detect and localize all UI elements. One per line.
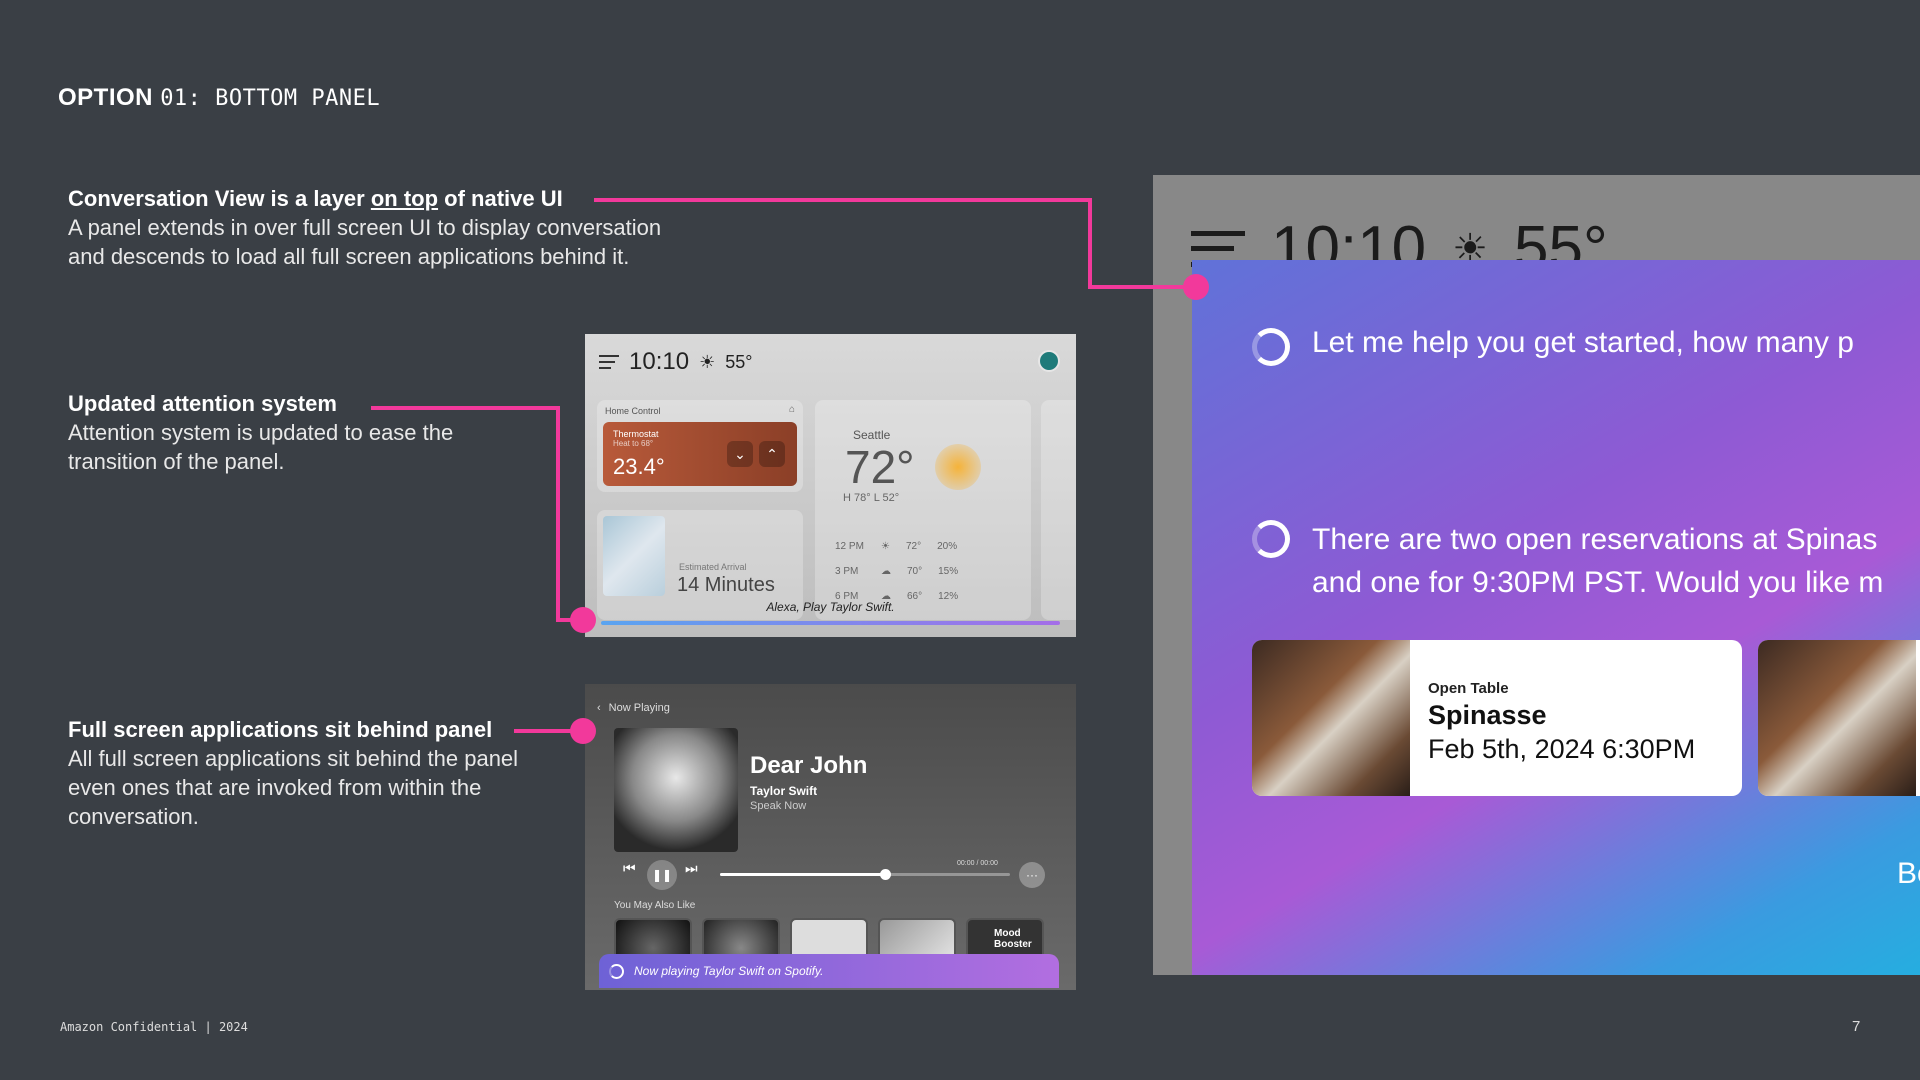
previous-icon[interactable]: ⏮ bbox=[623, 860, 636, 877]
sun-icon: ☀ bbox=[881, 541, 890, 552]
cloud-icon: ☁ bbox=[881, 566, 891, 577]
thermostat-setpoint: Heat to 68° bbox=[613, 439, 654, 448]
alexa-message: There are two open reservations at Spina… bbox=[1252, 518, 1883, 604]
reservation-card[interactable]: Open Table Spinasse Feb 5th, 2024 6:30PM bbox=[1252, 640, 1742, 796]
temperature: 55° bbox=[725, 351, 753, 372]
song-title: Dear John bbox=[750, 752, 868, 779]
alexa-ring-icon bbox=[609, 963, 624, 979]
alexa-message: Let me help you get started, how many p bbox=[1252, 326, 1854, 366]
slide-title: OPTION 01: BOTTOM PANEL bbox=[58, 84, 380, 112]
estimated-arrival-label: Estimated Arrival bbox=[679, 562, 747, 572]
map-thumbnail bbox=[603, 516, 665, 596]
mood-booster-label: Mood Booster bbox=[994, 928, 1032, 950]
home-control-card[interactable]: Home Control ⌂ Thermostat Heat to 68° 23… bbox=[597, 400, 803, 492]
title-rest: 01: BOTTOM PANEL bbox=[160, 86, 381, 111]
footer-confidential: Amazon Confidential | 2024 bbox=[60, 1020, 248, 1034]
restaurant-photo bbox=[1758, 640, 1916, 796]
weather-temp: 72° bbox=[845, 441, 915, 493]
status-bar: 10:10 ☀ 55° bbox=[599, 348, 752, 376]
forecast-row: 3 PM ☁ 70° 15% bbox=[835, 566, 959, 577]
now-playing-header[interactable]: ‹ Now Playing bbox=[597, 702, 670, 714]
now-playing-label: Now Playing bbox=[608, 702, 670, 714]
annotation-body: A panel extends in over full screen UI t… bbox=[68, 215, 662, 269]
forecast-row: 12 PM ☀ 72° 20% bbox=[835, 541, 958, 552]
restaurant-photo bbox=[1252, 640, 1410, 796]
reservation-date: Feb 5th, 2024 6:30PM bbox=[1428, 734, 1696, 764]
device-preview: 10:10 ☀ 55° Let me help you get started,… bbox=[1153, 175, 1920, 975]
annotation-conversation-view: Conversation View is a layer on top of n… bbox=[68, 184, 688, 271]
message-text: and one for 9:30PM PST. Would you like m bbox=[1312, 566, 1884, 599]
annotation-fullscreen-apps: Full screen applications sit behind pane… bbox=[68, 715, 538, 831]
message-text: There are two open reservations at Spina… bbox=[1312, 523, 1878, 556]
sun-icon bbox=[935, 444, 981, 490]
thermostat-tile[interactable]: Thermostat Heat to 68° 23.4° ⌄ ⌃ bbox=[603, 422, 797, 486]
home-icon: ⌂ bbox=[788, 404, 795, 415]
page-number: 7 bbox=[1852, 1018, 1861, 1035]
weather-card[interactable]: Seattle 72° H 78° L 52° 12 PM ☀ 72° 20% 3 P… bbox=[815, 400, 1031, 620]
next-icon[interactable]: ⏭ bbox=[685, 860, 698, 877]
thermostat-value: 23.4° bbox=[613, 454, 665, 479]
weather-high-low: H 78° L 52° bbox=[843, 492, 900, 504]
chevron-down-icon[interactable]: ⌄ bbox=[727, 441, 753, 467]
spotify-toast: Now playing Taylor Swift on Spotify. bbox=[599, 954, 1059, 988]
more-icon[interactable]: ··· bbox=[1019, 862, 1045, 888]
reservation-card[interactable] bbox=[1758, 640, 1920, 796]
attention-bar bbox=[601, 621, 1060, 625]
restaurant-name: Spinasse bbox=[1428, 700, 1547, 730]
album-name: Speak Now bbox=[750, 800, 807, 812]
reservation-source: Open Table bbox=[1428, 680, 1509, 697]
thermostat-label: Thermostat bbox=[613, 429, 659, 439]
annotation-body: Attention system is updated to ease the … bbox=[68, 420, 454, 474]
progress-fill bbox=[720, 873, 886, 876]
you-may-also-like-label: You May Also Like bbox=[614, 900, 696, 911]
pause-button[interactable]: ❚❚ bbox=[647, 860, 677, 890]
clock: 10:10 bbox=[629, 348, 690, 375]
alexa-ring-icon bbox=[1252, 328, 1290, 366]
now-playing-mock: ‹ Now Playing Dear John Taylor Swift Spe… bbox=[585, 684, 1076, 990]
partial-card[interactable] bbox=[1041, 400, 1076, 620]
book-button[interactable]: Bo bbox=[1897, 857, 1920, 891]
annotation-attention-system: Updated attention system Attention syste… bbox=[68, 389, 488, 476]
arrival-value: 14 Minutes bbox=[677, 574, 775, 596]
progress-slider[interactable] bbox=[720, 869, 1010, 880]
title-option: OPTION bbox=[58, 84, 154, 111]
toast-text: Now playing Taylor Swift on Spotify. bbox=[634, 964, 824, 978]
annotation-body: All full screen applications sit behind … bbox=[68, 746, 519, 829]
message-text: Let me help you get started, how many p bbox=[1312, 326, 1854, 359]
annotation-heading: Updated attention system bbox=[68, 391, 337, 416]
menu-icon[interactable] bbox=[599, 355, 619, 369]
chevron-left-icon[interactable]: ‹ bbox=[597, 702, 601, 714]
voice-prompt: Alexa, Play Taylor Swift. bbox=[766, 600, 895, 614]
chevron-up-icon[interactable]: ⌃ bbox=[759, 441, 785, 467]
annotation-heading: Full screen applications sit behind pane… bbox=[68, 717, 493, 742]
progress-knob[interactable] bbox=[880, 869, 892, 880]
annotation-heading: Conversation View is a layer on top of n… bbox=[68, 186, 563, 211]
avatar-icon[interactable] bbox=[1038, 350, 1060, 372]
duration: 00:00 / 00:00 bbox=[957, 860, 998, 867]
home-screen-mock: 10:10 ☀ 55° Home Control ⌂ Thermostat He… bbox=[585, 334, 1076, 637]
sun-icon: ☀ bbox=[699, 351, 716, 372]
conversation-panel: Let me help you get started, how many p … bbox=[1192, 260, 1920, 975]
album-cover bbox=[614, 728, 738, 852]
artist-name: Taylor Swift bbox=[750, 784, 818, 798]
home-control-label: Home Control bbox=[605, 406, 661, 416]
forecast-list: 12 PM ☀ 72° 20% 3 PM ☁ 70° 15% 6 PM ☁ 66° 12% bbox=[835, 534, 958, 609]
alexa-ring-icon bbox=[1252, 520, 1290, 558]
